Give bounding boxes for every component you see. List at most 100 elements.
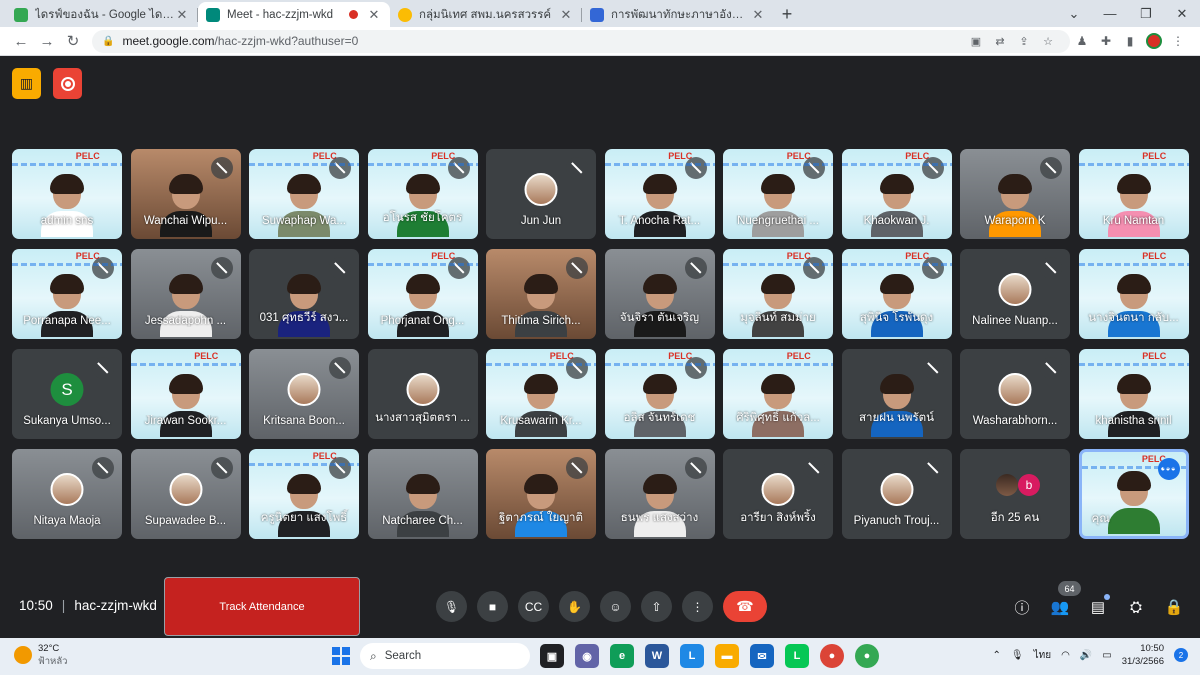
host-controls-icon[interactable]: 🔒	[1162, 596, 1186, 618]
more-options-button[interactable]: ⋮	[682, 591, 713, 622]
tab-meet[interactable]: Meet - hac-zzjm-wkd ✕	[198, 2, 390, 27]
presentation-off-icon[interactable]: ▥	[12, 68, 41, 99]
share-icon[interactable]: ⇪	[1012, 35, 1036, 48]
present-screen-button[interactable]: ⇧	[641, 591, 672, 622]
recording-icon[interactable]	[53, 68, 82, 99]
participant-tile[interactable]: ศิริพิศุทธิ์ แก้วล...	[723, 349, 833, 439]
clock[interactable]: 10:50 31/3/2566	[1122, 642, 1164, 668]
people-icon[interactable]: 👥	[1048, 596, 1072, 618]
weather-widget[interactable]: 32°C ฟ้าหลัว	[14, 642, 67, 668]
participant-tile[interactable]: ครูนิตยา แสงโพธิ์	[249, 449, 359, 539]
participant-tile[interactable]: Jun Jun	[486, 149, 596, 239]
profile-avatar[interactable]	[1146, 33, 1162, 49]
participant-tile[interactable]: Krusawarin Kr...	[486, 349, 596, 439]
captions-button[interactable]: CC	[518, 591, 549, 622]
participant-tile[interactable]: Piyanuch Trouj...	[841, 449, 952, 539]
participant-tile[interactable]: Nalinee Nuanp...	[960, 249, 1070, 339]
bookmark-star-icon[interactable]: ☆	[1036, 35, 1060, 48]
track-attendance-button[interactable]: Track Attendance	[164, 577, 360, 636]
tab-search-icon[interactable]: ⌄	[1056, 0, 1092, 27]
participant-tile[interactable]: T. Anocha Rat...	[604, 149, 715, 239]
activities-icon[interactable]: ⛭	[1124, 596, 1148, 618]
participant-tile[interactable]: khanistha srinil	[1078, 349, 1189, 439]
extension-icon[interactable]: ♟	[1070, 34, 1094, 48]
close-icon[interactable]: ✕	[174, 7, 190, 23]
participant-tile[interactable]: 031 ศุทธวีร์ สงว...	[249, 249, 359, 339]
participant-tile[interactable]: Khaokwan J.	[841, 149, 952, 239]
participant-tile[interactable]: Kru Namtan	[1078, 149, 1189, 239]
more-options-icon[interactable]: •••	[1157, 458, 1180, 480]
chrome-icon[interactable]: ●	[820, 644, 844, 668]
chrome-profile-icon[interactable]: ●	[855, 644, 879, 668]
participant-tile[interactable]: ธนพร แสงสว่าง	[604, 449, 715, 539]
taskbar-search[interactable]: ⌕ Search	[360, 643, 530, 669]
minimize-button[interactable]: —	[1092, 0, 1128, 27]
leave-call-button[interactable]: ☎	[723, 591, 767, 622]
participant-tile[interactable]: admin sns	[12, 149, 122, 239]
participant-tile[interactable]: Nuengruethai ...	[723, 149, 833, 239]
translate-icon[interactable]: ⇄	[988, 35, 1012, 48]
participant-tile[interactable]: Porranapa Nee...	[12, 249, 122, 339]
back-button[interactable]: ←	[8, 33, 34, 50]
menu-dots-icon[interactable]: ⋮	[1166, 34, 1190, 48]
tab-supervision-group[interactable]: กลุ่มนิเทศ สพม.นครสวรรค์ ✕	[390, 2, 582, 27]
side-panel-icon[interactable]: ▮	[1118, 34, 1142, 48]
notification-badge[interactable]: 2	[1174, 648, 1188, 662]
tab-google-drive[interactable]: ไดรฟ์ของฉัน - Google ไดรฟ์ ✕	[6, 2, 198, 27]
participant-tile[interactable]: Jessadapohn ...	[130, 249, 241, 339]
close-icon[interactable]: ✕	[750, 7, 766, 23]
participant-tile[interactable]: Natcharee Ch...	[367, 449, 478, 539]
participant-tile[interactable]: Kritsana Boon...	[249, 349, 359, 439]
restore-button[interactable]: ❐	[1128, 0, 1164, 27]
meeting-code[interactable]: hac-zzjm-wkd	[74, 598, 157, 613]
participant-tile[interactable]: อลิส จันทร์เดช	[604, 349, 715, 439]
participant-tile[interactable]: Jirawan Sookr...	[130, 349, 241, 439]
participant-tile[interactable]: อารียา สิงห์พริ้ง	[723, 449, 833, 539]
wifi-icon[interactable]: ◠	[1061, 650, 1070, 661]
participant-tile[interactable]: สุพินิจ โรพันดุง	[841, 249, 952, 339]
participant-tile[interactable]: Wanchai Wipu...	[130, 149, 241, 239]
emoji-button[interactable]: ☺	[600, 591, 631, 622]
file-explorer-icon[interactable]: ▬	[715, 644, 739, 668]
participant-tile[interactable]: Thitima Sirich...	[486, 249, 596, 339]
camera-off-icon[interactable]: ▣	[964, 35, 988, 48]
participant-tile[interactable]: S Sukanya Umso...	[12, 349, 122, 439]
chat-icon[interactable]: ▤	[1086, 594, 1110, 618]
mail-icon[interactable]: ✉	[750, 644, 774, 668]
forward-button[interactable]: →	[34, 33, 60, 50]
reload-button[interactable]: ↻	[60, 32, 86, 50]
battery-icon[interactable]: ▭	[1102, 650, 1111, 661]
participant-tile[interactable]: Supawadee B...	[130, 449, 241, 539]
participant-tile[interactable]: มุจลินท์ สมม่าย	[723, 249, 833, 339]
close-icon[interactable]: ✕	[366, 7, 382, 23]
participant-tile[interactable]: Washarabhorn...	[960, 349, 1070, 439]
participant-tile[interactable]: ฐิตาภรณ์ ใยญาติ	[486, 449, 596, 539]
chevron-up-icon[interactable]: ⌃	[993, 650, 1001, 661]
close-window-button[interactable]: ✕	[1164, 0, 1200, 27]
raise-hand-button[interactable]: ✋	[559, 591, 590, 622]
participant-tile[interactable]: นางจินตนา กลับ...	[1078, 249, 1189, 339]
task-view-icon[interactable]: ▣	[540, 644, 564, 668]
participant-tile[interactable]: สายฝน นพรัตน์	[841, 349, 952, 439]
participant-tile[interactable]: Phorjanat Ong...	[367, 249, 478, 339]
participant-tile[interactable]: Suwaphap Wa...	[249, 149, 359, 239]
camera-button[interactable]: ■	[477, 591, 508, 622]
edge-icon[interactable]: e	[610, 644, 634, 668]
l-app-icon[interactable]: L	[680, 644, 704, 668]
participant-tile[interactable]: Waraporn K	[960, 149, 1070, 239]
new-tab-button[interactable]: +	[774, 2, 800, 27]
lock-icon[interactable]: 🔒	[102, 36, 114, 47]
close-icon[interactable]: ✕	[558, 7, 574, 23]
url-field[interactable]: 🔒 meet.google.com/hac-zzjm-wkd?authuser=…	[92, 29, 1070, 53]
participant-tile[interactable]: นางสาวสุมิตตรา ...	[367, 349, 478, 439]
meeting-details-icon[interactable]: ⓘ	[1010, 596, 1034, 618]
mic-icon[interactable]: 🎙	[1011, 650, 1024, 661]
line-icon[interactable]: L	[785, 644, 809, 668]
language-indicator[interactable]: ไทย	[1034, 648, 1051, 663]
volume-icon[interactable]: 🔊	[1080, 650, 1092, 661]
self-view-tile[interactable]: ••• คุณ	[1078, 449, 1189, 539]
word-icon[interactable]: W	[645, 644, 669, 668]
participant-tile[interactable]: อโนรส ชัยโคตร	[367, 149, 478, 239]
participant-tile[interactable]: Nitaya Maoja	[12, 449, 122, 539]
participant-tile[interactable]: จันจิรา ตันเจริญ	[604, 249, 715, 339]
